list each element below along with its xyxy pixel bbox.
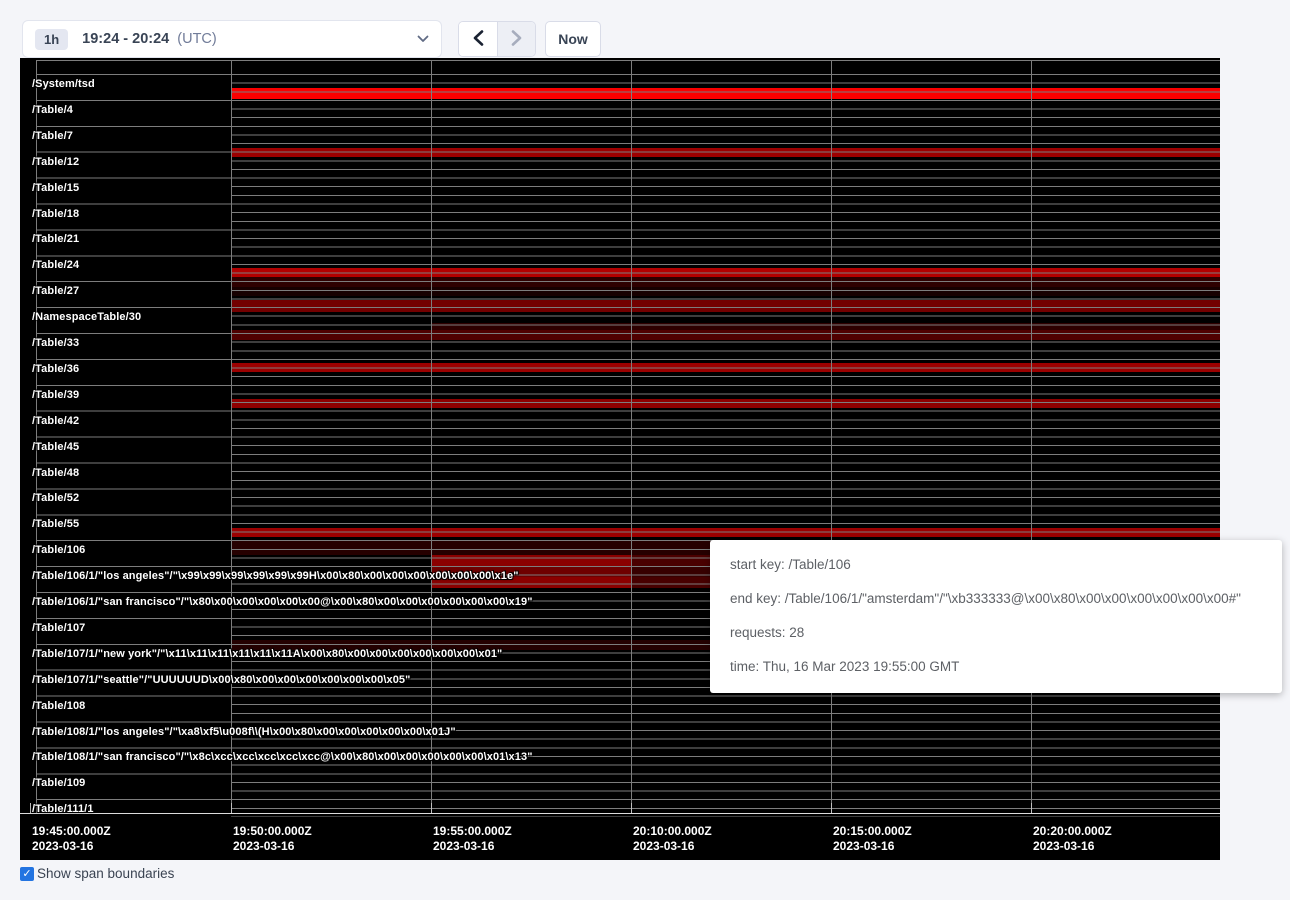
chevron-down-icon xyxy=(417,35,429,43)
x-axis-tick-label: 20:20:00.000Z2023-03-16 xyxy=(1033,824,1112,854)
time-range-dropdown[interactable]: 1h 19:24 - 20:24 (UTC) xyxy=(22,20,442,58)
x-axis-tick-mark xyxy=(831,803,832,813)
row-label: /Table/108/1/"san francisco"/"\x8c\xcc\x… xyxy=(32,751,533,763)
x-axis-tick-mark xyxy=(431,803,432,813)
tooltip-requests: requests: 28 xyxy=(730,623,1282,643)
now-button[interactable]: Now xyxy=(545,21,601,57)
row-label: /Table/39 xyxy=(32,389,79,401)
row-label: /Table/42 xyxy=(32,415,79,427)
x-axis-tick-mark xyxy=(1031,803,1032,813)
row-label: /Table/106/1/"los angeles"/"\x99\x99\x99… xyxy=(32,570,519,582)
row-label: /Table/24 xyxy=(32,259,79,271)
hover-tooltip: start key: /Table/106 end key: /Table/10… xyxy=(710,540,1282,693)
time-gridline xyxy=(831,60,832,813)
time-gridline xyxy=(1031,60,1032,813)
prev-range-button[interactable] xyxy=(459,22,497,56)
footer: ✓ Show span boundaries xyxy=(20,866,174,881)
toolbar: 1h 19:24 - 20:24 (UTC) Now xyxy=(0,0,1290,58)
row-label: /Table/106 xyxy=(32,544,85,556)
tooltip-end-key: end key: /Table/106/1/"amsterdam"/"\xb33… xyxy=(730,589,1282,609)
row-label: /Table/107/1/"seattle"/"UUUUUUD\x00\x80\… xyxy=(32,674,410,686)
span-boundary-lines-data-area xyxy=(231,74,1220,817)
row-label: /System/tsd xyxy=(32,78,95,90)
tooltip-start-key: start key: /Table/106 xyxy=(730,555,1282,575)
row-label: /Table/12 xyxy=(32,156,79,168)
row-label: /Table/18 xyxy=(32,208,79,220)
x-axis-tick-mark xyxy=(631,803,632,813)
row-label: /Table/55 xyxy=(32,518,79,530)
row-label: /Table/109 xyxy=(32,777,85,789)
row-label: /Table/27 xyxy=(32,285,79,297)
row-label: /Table/106/1/"san francisco"/"\x80\x00\x… xyxy=(32,596,533,608)
x-axis-tick-label: 20:10:00.000Z2023-03-16 xyxy=(633,824,712,854)
row-label: /Table/45 xyxy=(32,441,79,453)
x-axis-tick-mark xyxy=(30,803,31,813)
row-label: /Table/7 xyxy=(32,130,73,142)
time-range-value: 19:24 - 20:24 xyxy=(82,31,169,47)
x-axis-tick-mark xyxy=(231,803,232,813)
row-label: /Table/4 xyxy=(32,104,73,116)
tooltip-time: time: Thu, 16 Mar 2023 19:55:00 GMT xyxy=(730,657,1282,677)
x-axis-tick-label: 20:15:00.000Z2023-03-16 xyxy=(833,824,912,854)
show-span-boundaries-checkbox[interactable]: ✓ xyxy=(20,867,34,881)
chevron-right-icon xyxy=(511,30,522,49)
row-label: /Table/15 xyxy=(32,182,79,194)
key-visualizer-canvas[interactable]: start key: /Table/106 end key: /Table/10… xyxy=(20,58,1220,860)
show-span-boundaries-label: Show span boundaries xyxy=(37,866,174,881)
x-axis-tick-label: 19:55:00.000Z2023-03-16 xyxy=(433,824,512,854)
chevron-left-icon xyxy=(473,30,484,49)
row-label: /Table/107 xyxy=(32,622,85,634)
row-label: /Table/36 xyxy=(32,363,79,375)
row-label: /NamespaceTable/30 xyxy=(32,311,141,323)
timezone-label: (UTC) xyxy=(177,31,216,47)
next-range-button[interactable] xyxy=(497,22,535,56)
time-range-label: 19:24 - 20:24 (UTC) xyxy=(82,31,217,47)
x-axis-tick-label: 19:50:00.000Z2023-03-16 xyxy=(233,824,312,854)
row-label: /Table/108 xyxy=(32,700,85,712)
row-label: /Table/48 xyxy=(32,467,79,479)
row-label: /Table/107/1/"new york"/"\x11\x11\x11\x1… xyxy=(32,648,502,660)
time-gridline xyxy=(631,60,632,813)
x-axis-line xyxy=(20,813,1220,814)
time-nav-group xyxy=(458,21,536,57)
row-label: /Table/108/1/"los angeles"/"\xa8\xf5\u00… xyxy=(32,726,456,738)
top-span-boundary xyxy=(36,60,1220,61)
row-label: /Table/52 xyxy=(32,492,79,504)
row-label: /Table/111/1 xyxy=(32,803,94,815)
duration-badge: 1h xyxy=(35,29,68,50)
row-label: /Table/21 xyxy=(32,233,79,245)
x-axis-tick-label: 19:45:00.000Z2023-03-16 xyxy=(32,824,111,854)
row-label: /Table/33 xyxy=(32,337,79,349)
time-gridline xyxy=(431,60,432,813)
time-gridline xyxy=(231,60,232,813)
